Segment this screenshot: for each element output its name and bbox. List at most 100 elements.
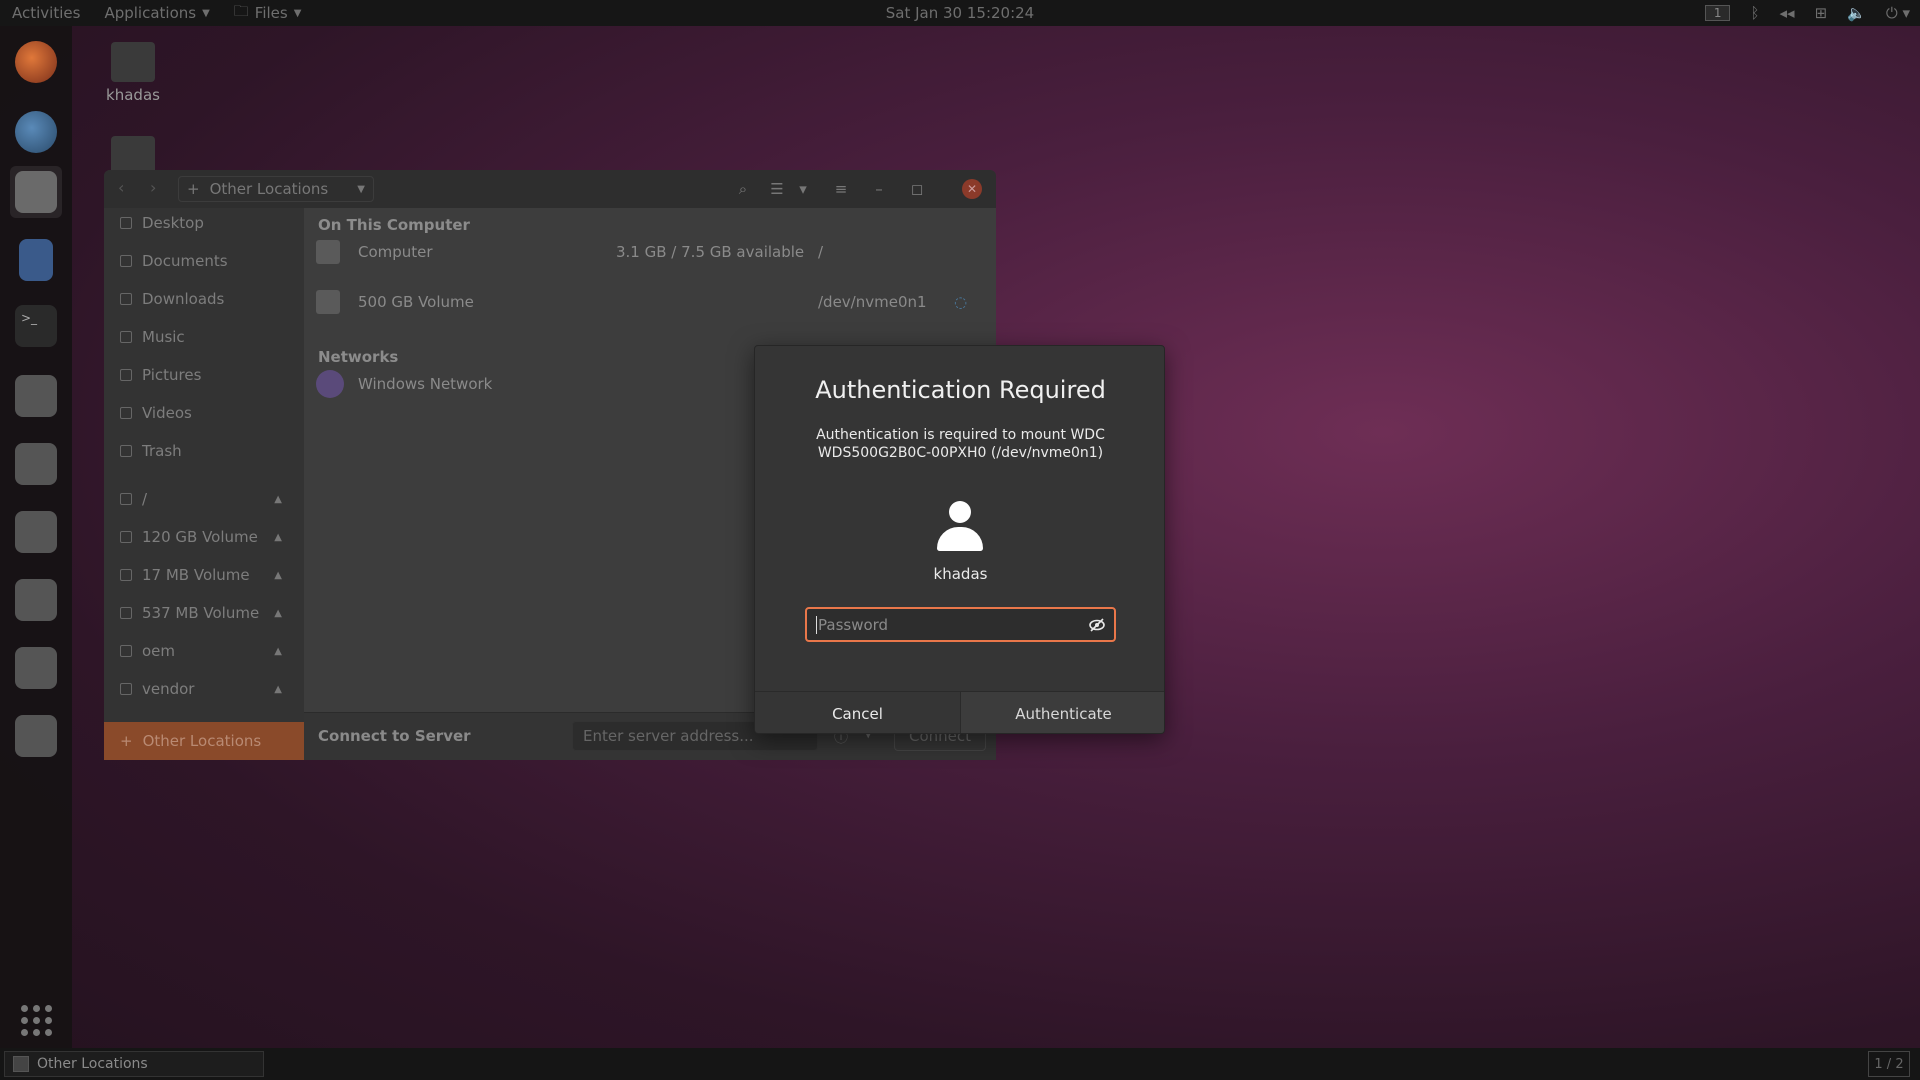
hamburger-menu-icon[interactable]: ≡ [828,177,854,201]
sidebar-item-17mb[interactable]: 17 MB Volume ▲ [104,560,304,590]
minimize-icon[interactable]: – [866,177,892,201]
drive-icon[interactable] [10,438,62,490]
sidebar-item-desktop[interactable]: Desktop [104,208,304,238]
drive-icon[interactable] [10,370,62,422]
sidebar-item-120gb[interactable]: 120 GB Volume ▲ [104,522,304,552]
home-folder-label: khadas [106,86,160,104]
sidebar-item-label: 17 MB Volume [142,566,250,584]
files-menu[interactable]: 🗀 Files ▼ [222,1,314,26]
location-device: /dev/nvme0n1 [818,293,927,311]
show-applications-icon[interactable] [10,994,62,1046]
file-manager-header: ‹ › + Other Locations ▼ ⌕ ☰ ▾ ≡ – ◻ ✕ [104,170,996,208]
keyboard-icon[interactable]: ◂◂ [1780,4,1795,22]
sidebar-item-videos[interactable]: Videos [104,398,304,428]
location-usage: 3.1 GB / 7.5 GB available [616,243,805,261]
desktop-icon [120,217,132,229]
text-caret [816,615,817,634]
location-path-button[interactable]: + Other Locations ▼ [178,176,374,202]
drive-icon [120,645,132,657]
writer-icon[interactable] [10,234,62,286]
bluetooth-icon[interactable]: ᛒ [1750,4,1759,22]
plus-icon: + [120,732,133,750]
sidebar-item-537mb[interactable]: 537 MB Volume ▲ [104,598,304,628]
eject-icon[interactable]: ▲ [274,608,282,619]
sidebar-item-label: Videos [142,404,192,422]
chevron-down-icon: ▼ [293,7,302,19]
files-app-icon[interactable] [10,166,62,218]
thunderbird-icon[interactable] [10,106,62,158]
network-globe-icon [316,370,344,398]
sidebar-item-documents[interactable]: Documents [104,246,304,276]
home-folder-desktop-icon[interactable]: khadas [88,42,178,104]
password-field[interactable]: Password [805,607,1116,642]
eject-icon[interactable]: ▲ [274,684,282,695]
sidebar-item-label: oem [142,642,176,660]
close-icon[interactable]: ✕ [962,179,982,199]
music-icon [120,331,132,343]
maximize-icon[interactable]: ◻ [904,177,930,201]
sidebar-item-label: vendor [142,680,195,698]
terminal-icon[interactable]: >_ [10,300,62,352]
sidebar-item-other-locations[interactable]: + Other Locations [104,722,304,760]
sidebar-item-label: Downloads [142,290,225,308]
cancel-button[interactable]: Cancel [755,692,961,733]
bottom-panel: Other Locations 1 / 2 [0,1048,1920,1080]
search-icon[interactable]: ⌕ [730,177,756,201]
sidebar-item-music[interactable]: Music [104,322,304,352]
eject-icon[interactable]: ▲ [274,494,282,505]
sidebar-item-downloads[interactable]: Downloads [104,284,304,314]
authenticate-button[interactable]: Authenticate [961,692,1164,733]
activities-button[interactable]: Activities [0,4,92,22]
connect-to-server-label: Connect to Server [318,727,471,745]
chevron-down-icon: ▼ [357,183,365,195]
system-tray: 1 ᛒ ◂◂ ⊞ 🔈 ⏻ ▾ [1704,0,1910,26]
spinner-icon: ◌ [954,293,968,311]
username-label: khadas [933,565,988,583]
list-view-icon[interactable]: ☰ [764,177,790,201]
sidebar-item-label: 537 MB Volume [142,604,260,622]
power-icon[interactable]: ⏻ ▾ [1886,4,1910,22]
sidebar-item-label: Documents [142,252,228,270]
dock: >_ [0,26,72,1048]
drive-icon [120,569,132,581]
window-icon [13,1056,29,1072]
sidebar-item-pictures[interactable]: Pictures [104,360,304,390]
sidebar-item-oem[interactable]: oem ▲ [104,636,304,666]
drive-icon[interactable] [10,574,62,626]
dialog-message: Authentication is required to mount WDC … [816,427,1105,461]
workspace-indicator[interactable]: 1 [1704,5,1731,21]
authentication-dialog: Authentication Required Authentication i… [754,345,1165,734]
network-icon[interactable]: ⊞ [1815,4,1828,22]
sidebar-item-root[interactable]: / ▲ [104,484,304,514]
user-avatar-icon [935,501,985,557]
sidebar-item-vendor[interactable]: vendor ▲ [104,674,304,704]
sidebar-item-trash[interactable]: Trash [104,436,304,466]
workspace-pager[interactable]: 1 / 2 [1868,1051,1910,1077]
drive-icon[interactable] [10,506,62,558]
trash-icon [120,445,132,457]
sidebar-item-label: / [142,490,148,508]
dialog-buttons: Cancel Authenticate [755,691,1164,733]
password-placeholder: Password [818,615,889,634]
eject-icon[interactable]: ▲ [274,532,282,543]
hide-password-icon[interactable] [1088,616,1106,634]
location-row-500gb-volume[interactable]: 500 GB Volume /dev/nvme0n1 ◌ [316,282,986,322]
view-options-chevron-icon[interactable]: ▾ [790,177,816,201]
home-folder-icon [111,42,155,82]
path-label: Other Locations [209,180,329,198]
taskbar-window-button[interactable]: Other Locations [4,1051,264,1077]
back-icon[interactable]: ‹ [118,178,124,197]
volume-icon[interactable]: 🔈 [1847,4,1866,22]
eject-icon[interactable]: ▲ [274,570,282,581]
location-row-computer[interactable]: Computer 3.1 GB / 7.5 GB available / [316,232,986,272]
firefox-icon[interactable] [10,36,62,88]
location-name: 500 GB Volume [358,293,474,311]
applications-menu[interactable]: Applications ▼ [92,4,221,22]
forward-icon[interactable]: › [150,178,156,197]
drive-icon [316,290,340,314]
eject-icon[interactable]: ▲ [274,646,282,657]
sidebar-item-label: 120 GB Volume [142,528,258,546]
drive-icon[interactable] [10,710,62,762]
drive-icon[interactable] [10,642,62,694]
computer-icon [316,240,340,264]
